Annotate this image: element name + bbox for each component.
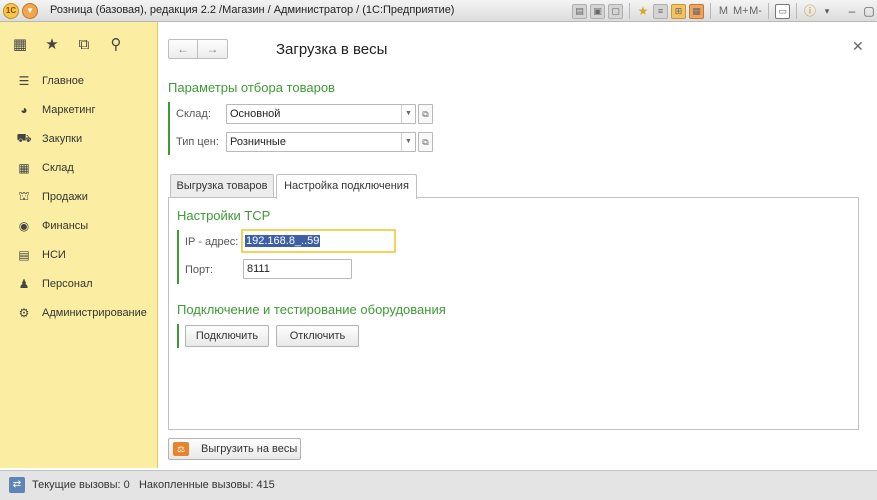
tab-panel: Настройки TCP IP - адрес: 192.168.8_..59… xyxy=(168,197,859,430)
server-calls-icon[interactable]: ⇄ xyxy=(9,477,25,493)
memory-mplus-button[interactable]: M+ xyxy=(733,5,749,17)
filter-section-title: Параметры отбора товаров xyxy=(168,80,335,95)
window-titlebar: 1С ▼ Розница (базовая), редакция 2.2 /Ма… xyxy=(0,0,877,22)
favorite-star-icon[interactable]: ★ xyxy=(636,4,650,19)
sidebar-item-label: Персонал xyxy=(42,277,93,290)
connection-section-title: Подключение и тестирование оборудования xyxy=(177,302,446,317)
calendar-icon[interactable]: ▦ xyxy=(689,3,704,19)
sidebar-item-marketing[interactable]: ◕ Маркетинг xyxy=(0,95,157,124)
price-type-select[interactable]: Розничные ▼ xyxy=(226,132,416,152)
group-bar xyxy=(177,230,179,284)
sidebar-item-warehouse[interactable]: ▦ Склад xyxy=(0,153,157,182)
sidebar-item-purchases[interactable]: ⛟ Закупки xyxy=(0,124,157,153)
price-type-value: Розничные xyxy=(230,136,286,148)
back-button[interactable]: ← xyxy=(168,39,198,59)
info-icon[interactable]: ⓘ xyxy=(803,4,817,19)
tab-upload-goods[interactable]: Выгрузка товаров xyxy=(170,174,274,198)
sidebar-item-finance[interactable]: ◉ Финансы xyxy=(0,211,157,240)
favorites-star-icon[interactable]: ★ xyxy=(42,35,62,53)
main-menu-icon[interactable]: ▼ xyxy=(22,3,38,19)
minimize-icon[interactable]: – xyxy=(845,4,859,19)
search-icon[interactable]: ⚲ xyxy=(106,35,126,53)
sidebar-item-label: Склад xyxy=(42,161,74,174)
sidebar-item-administration[interactable]: ⚙ Администрирование xyxy=(0,298,157,327)
dropdown-arrow-icon[interactable]: ▾ xyxy=(820,4,834,19)
window-layout-icon[interactable]: ▭ xyxy=(775,3,790,19)
app-logo-icon[interactable]: 1С xyxy=(3,3,19,19)
port-input[interactable]: 8111 xyxy=(243,259,352,279)
coin-icon: ◉ xyxy=(18,218,30,233)
basket-icon: ⛫ xyxy=(18,188,30,203)
open-price-type-icon[interactable]: ⧉ xyxy=(418,132,433,152)
group-bar xyxy=(168,102,170,155)
tab-connection-settings[interactable]: Настройка подключения xyxy=(276,174,417,199)
warehouse-icon: ▦ xyxy=(18,160,30,175)
memory-mminus-button[interactable]: M- xyxy=(749,5,762,17)
window-title: Розница (базовая), редакция 2.2 /Магазин… xyxy=(50,4,455,16)
maximize-icon[interactable]: ▢ xyxy=(862,4,876,19)
sidebar-item-personnel[interactable]: ♟ Персонал xyxy=(0,269,157,298)
memory-m-button[interactable]: M xyxy=(717,5,730,17)
warehouse-label: Склад: xyxy=(176,108,211,120)
connect-button[interactable]: Подключить xyxy=(185,325,269,347)
tcp-settings-title: Настройки TCP xyxy=(177,208,271,223)
sidebar-item-nsi[interactable]: ▤ НСИ xyxy=(0,240,157,269)
menu-icon: ☰ xyxy=(18,73,30,88)
open-warehouse-icon[interactable]: ⧉ xyxy=(418,104,433,124)
close-form-icon[interactable]: ✕ xyxy=(852,38,864,55)
link-icon[interactable]: ⊞ xyxy=(671,3,686,19)
ip-address-label: IP - адрес: xyxy=(185,236,239,248)
sidebar-item-main[interactable]: ☰ Главное xyxy=(0,66,157,95)
preview-icon[interactable]: ▢ xyxy=(608,3,623,19)
chevron-down-icon[interactable]: ▼ xyxy=(401,105,415,123)
port-label: Порт: xyxy=(185,264,213,276)
history-icon[interactable]: ≡ xyxy=(653,3,668,19)
pie-chart-icon: ◕ xyxy=(20,102,28,117)
form-area: ← → Загрузка в весы ✕ Параметры отбора т… xyxy=(158,22,877,468)
ip-address-input[interactable]: 192.168.8_..59 xyxy=(241,229,396,253)
sidebar-item-label: Закупки xyxy=(42,132,83,145)
gear-icon: ⚙ xyxy=(18,305,30,320)
cart-icon: ⛟ xyxy=(16,130,32,145)
forward-button[interactable]: → xyxy=(198,39,228,59)
disconnect-button[interactable]: Отключить xyxy=(276,325,359,347)
print-icon[interactable]: ▤ xyxy=(572,3,587,19)
upload-button-label: Выгрузить на весы xyxy=(201,443,298,455)
status-bar: ⇄ Текущие вызовы: 0 Накопленные вызовы: … xyxy=(0,470,877,500)
ip-address-value: 192.168.8_..59 xyxy=(245,235,321,247)
person-icon: ♟ xyxy=(18,276,30,291)
sidebar: ▦ ★ ⧉ ⚲ ☰ Главное ◕ Маркетинг ⛟ Закупки … xyxy=(0,22,158,468)
chevron-down-icon[interactable]: ▼ xyxy=(401,133,415,151)
warehouse-select[interactable]: Основной ▼ xyxy=(226,104,416,124)
save-icon[interactable]: ▣ xyxy=(590,3,605,19)
warehouse-value: Основной xyxy=(230,108,281,120)
scales-upload-icon: ⚖ xyxy=(173,442,189,456)
apps-grid-icon[interactable]: ▦ xyxy=(10,35,30,53)
sidebar-item-sales[interactable]: ⛫ Продажи xyxy=(0,182,157,211)
history-clock-icon[interactable]: ⧉ xyxy=(74,36,94,53)
form-title: Загрузка в весы xyxy=(276,41,388,58)
sidebar-item-label: Продажи xyxy=(42,190,88,203)
sidebar-item-label: Главное xyxy=(42,74,85,87)
sidebar-item-label: НСИ xyxy=(42,248,66,261)
sidebar-item-label: Финансы xyxy=(42,219,89,232)
sidebar-item-label: Маркетинг xyxy=(42,103,96,116)
sidebar-item-label: Администрирование xyxy=(42,306,147,319)
status-text: Текущие вызовы: 0 Накопленные вызовы: 41… xyxy=(32,479,275,491)
list-icon: ▤ xyxy=(18,247,30,262)
group-bar xyxy=(177,324,179,348)
price-type-label: Тип цен: xyxy=(176,136,219,148)
upload-to-scales-button[interactable]: ⚖ Выгрузить на весы xyxy=(168,438,301,460)
